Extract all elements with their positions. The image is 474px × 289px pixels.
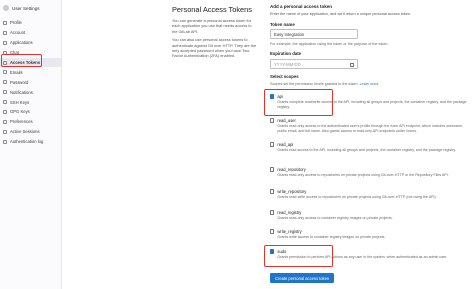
api-checkbox[interactable] (270, 94, 275, 99)
intro-paragraph-2: You can also use personal access tokens … (172, 37, 257, 59)
token-name-label: Token name (270, 22, 295, 27)
account-icon (3, 30, 7, 35)
monitor-icon (3, 129, 7, 134)
form-subheading: Enter the name of your application, and … (270, 12, 412, 16)
sidebar-item-preferences[interactable]: Preferences (0, 117, 61, 127)
user-avatar-icon (3, 5, 9, 11)
scope-read-api: read_api Grants read access to the API, … (270, 142, 470, 153)
sidebar-item-profile[interactable]: Profile (0, 18, 61, 28)
preferences-icon (3, 119, 7, 124)
token-name-input[interactable]: Easy Integration (270, 29, 358, 39)
expiration-date-input[interactable]: YYYY-MM-DD (270, 59, 358, 69)
bell-icon (3, 90, 7, 95)
sidebar-item-active-sessions[interactable]: Active Sessions (0, 127, 61, 137)
scope-read-repository: read_repository Grants read-only access … (270, 167, 470, 178)
write-repository-checkbox[interactable] (270, 189, 275, 194)
sidebar-item-account[interactable]: Account (0, 28, 61, 38)
email-icon (3, 70, 7, 75)
applications-icon (3, 40, 7, 45)
key-icon (3, 109, 7, 114)
intro-section: Personal Access Tokens You can generate … (172, 5, 258, 62)
sidebar-item-notifications[interactable]: Notifications (0, 87, 61, 97)
read-registry-checkbox[interactable] (270, 210, 275, 215)
sidebar-item-password[interactable]: Password (0, 77, 61, 87)
chat-icon (3, 50, 7, 55)
settings-sidebar: User Settings Profile Account Applicatio… (0, 0, 62, 289)
read-api-checkbox[interactable] (270, 142, 275, 147)
sidebar-item-access-tokens[interactable]: Access Tokens (0, 57, 61, 68)
token-name-help: For example, the application using the t… (270, 42, 389, 46)
scopes-help: Scopes set the permission levels granted… (270, 82, 380, 86)
key-icon (3, 100, 7, 105)
scopes-label: Select scopes (270, 74, 299, 79)
sidebar-item-applications[interactable]: Applications (0, 38, 61, 48)
read-repository-checkbox[interactable] (270, 167, 275, 172)
sidebar-item-gpg-keys[interactable]: GPG Keys (0, 107, 61, 117)
sidebar-item-emails[interactable]: Emails (0, 67, 61, 77)
sidebar-item-ssh-keys[interactable]: SSH Keys (0, 97, 61, 107)
write-registry-checkbox[interactable] (270, 229, 275, 234)
form-heading: Add a personal access token (270, 4, 333, 9)
scope-read-registry: read_registry Grants read-only access to… (270, 210, 470, 221)
profile-icon (3, 20, 7, 25)
read-user-checkbox[interactable] (270, 118, 275, 123)
create-token-button[interactable]: Create personal access token (270, 273, 335, 283)
intro-paragraph-1: You can generate a personal access token… (172, 18, 252, 34)
token-icon (3, 60, 7, 65)
scope-api: api Grants complete read/write access to… (270, 94, 470, 109)
sidebar-item-authentication-log[interactable]: Authentication log (0, 137, 61, 147)
log-icon (3, 139, 7, 144)
sidebar-title: User Settings (12, 5, 40, 11)
expiration-label: Expiration date (270, 51, 302, 56)
lock-icon (3, 80, 7, 85)
learn-more-link[interactable]: Learn more. (360, 82, 380, 86)
scope-read-user: read_user Grants read-only access to the… (270, 118, 470, 133)
sidebar-item-chat[interactable]: Chat (0, 48, 61, 58)
calendar-icon[interactable] (350, 62, 354, 67)
sidebar-header[interactable]: User Settings (0, 1, 61, 15)
scope-write-repository: write_repository Grants read-write acces… (270, 189, 470, 200)
scope-write-registry: write_registry Grants write access to co… (270, 229, 470, 240)
sudo-checkbox[interactable] (270, 249, 275, 254)
scope-sudo: sudo Grants permission to perform API ac… (270, 249, 470, 260)
page-title: Personal Access Tokens (172, 5, 252, 14)
